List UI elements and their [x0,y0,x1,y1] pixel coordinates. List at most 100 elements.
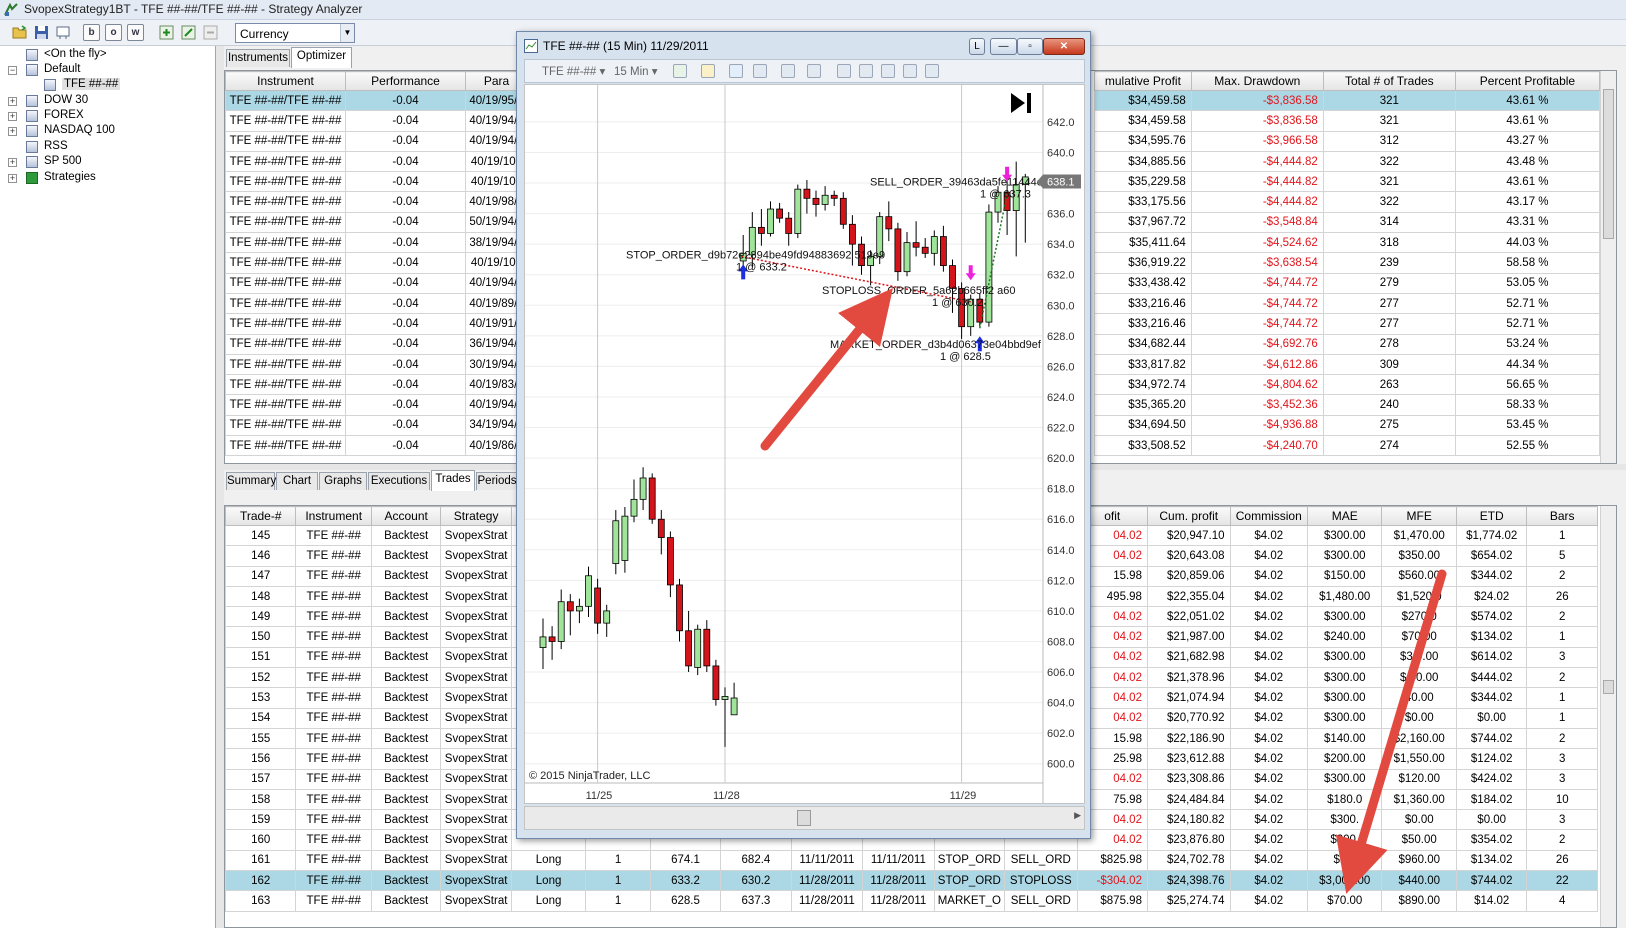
instrument-cell[interactable]: TFE ##-## [295,748,372,770]
instrument-cell[interactable]: TFE ##-## [295,829,372,851]
instrument-cell[interactable]: TFE ##-## [295,606,372,628]
column-header-cum-profit[interactable]: Cum. profit [1146,506,1231,526]
profit-cell[interactable]: $825.98 [1076,849,1148,872]
instrument-cell[interactable]: TFE ##-##/TFE ##-## [225,414,346,437]
bars-cell[interactable]: 22 [1526,870,1598,892]
expand-icon[interactable]: + [8,112,17,121]
trade-number-cell[interactable]: 147 [225,565,297,587]
tab-optimizer[interactable]: Optimizer [291,47,352,68]
cum-profit-cell[interactable]: $22,186.90 [1146,727,1231,750]
cumulative-profit-cell[interactable]: $35,365.20 [1094,394,1192,416]
percent-profitable-cell[interactable]: 53.24 % [1454,333,1601,355]
instrument-cell[interactable]: TFE ##-##/TFE ##-## [225,374,346,396]
account-cell[interactable]: Backtest [370,788,442,811]
market-pos-cell[interactable]: Long [510,849,587,872]
expand-icon[interactable]: + [8,127,17,136]
max-drawdown-cell[interactable]: -$3,966.58 [1190,130,1324,152]
instrument-cell[interactable]: TFE ##-##/TFE ##-## [225,435,346,457]
total-trades-cell[interactable]: 321 [1322,171,1456,193]
table-row[interactable]: $34,595.76 -$3,966.58 312 43.27 % [1094,130,1601,152]
account-cell[interactable]: Backtest [370,727,442,750]
total-trades-cell[interactable]: 312 [1322,130,1456,152]
column-header-instrument[interactable]: Instrument [225,71,346,91]
total-trades-cell[interactable]: 321 [1322,89,1456,112]
commission-cell[interactable]: $4.02 [1229,646,1308,669]
etd-cell[interactable]: $134.02 [1455,849,1528,872]
max-drawdown-cell[interactable]: -$4,240.70 [1190,435,1324,457]
total-trades-cell[interactable]: 279 [1322,272,1456,294]
entry-time-cell[interactable]: 11/11/2011 [790,849,864,872]
table-row[interactable]: 161 TFE ##-## Backtest SvopexStrat Long 1 674.… [225,849,1598,872]
mfe-cell[interactable]: $1,360.00 [1381,788,1457,811]
mae-cell[interactable]: $1,3 [1306,849,1383,872]
entry-price-cell[interactable]: 628.5 [649,890,722,912]
percent-profitable-cell[interactable]: 43.27 % [1454,130,1601,152]
cumulative-profit-cell[interactable]: $34,682.44 [1094,333,1192,355]
percent-profitable-cell[interactable]: 52.71 % [1454,292,1601,315]
profit-cell[interactable]: -$304.02 [1076,870,1148,892]
trade-number-cell[interactable]: 163 [225,890,297,912]
optimizer-scrollbar[interactable] [1600,71,1616,463]
cumulative-profit-cell[interactable]: $34,595.76 [1094,130,1192,152]
quantity-cell[interactable]: 1 [585,870,651,892]
etd-cell[interactable]: $1,774.02 [1455,524,1528,547]
instrument-cell[interactable]: TFE ##-##/TFE ##-## [225,333,346,355]
panel-icon[interactable] [925,64,939,78]
o-button-icon[interactable]: o [105,24,122,41]
mfe-cell[interactable]: $0.00 [1381,707,1457,729]
strategy-cell[interactable]: SvopexStrat [440,585,512,608]
strategy-cell[interactable]: SvopexStrat [440,890,512,912]
account-cell[interactable]: Backtest [370,870,442,892]
table-row[interactable]: TFE ##-##/TFE ##-## -0.04 36/19/94/3 [225,333,528,355]
instrument-cell[interactable]: TFE ##-##/TFE ##-## [225,130,346,152]
instrument-cell[interactable]: TFE ##-##/TFE ##-## [225,191,346,213]
percent-profitable-cell[interactable]: 44.03 % [1454,232,1601,254]
total-trades-cell[interactable]: 240 [1322,394,1456,416]
etd-cell[interactable]: $344.02 [1455,687,1528,709]
column-header-instrument[interactable]: Instrument [295,506,372,526]
bars-cell[interactable]: 3 [1526,768,1598,790]
trade-number-cell[interactable]: 153 [225,687,297,709]
profit-cell[interactable]: $875.98 [1076,890,1148,912]
instrument-cell[interactable]: TFE ##-## [295,890,372,912]
performance-cell[interactable]: -0.04 [345,313,466,335]
instrument-cell[interactable]: TFE ##-##/TFE ##-## [225,292,346,315]
commission-cell[interactable]: $4.02 [1229,545,1308,567]
commission-cell[interactable]: $4.02 [1229,829,1308,851]
max-drawdown-cell[interactable]: -$4,524.62 [1190,232,1324,254]
trade-number-cell[interactable]: 157 [225,768,297,790]
entry-time-cell[interactable]: 11/28/2011 [790,870,864,892]
cum-profit-cell[interactable]: $20,770.92 [1146,707,1231,729]
etd-cell[interactable]: $124.02 [1455,748,1528,770]
percent-profitable-cell[interactable]: 43.48 % [1454,150,1601,173]
account-cell[interactable]: Backtest [370,768,442,790]
mfe-cell[interactable]: $1,520.0 [1381,585,1457,608]
strategy-cell[interactable]: SvopexStrat [440,687,512,709]
mfe-cell[interactable]: $960.00 [1381,849,1457,872]
bars-cell[interactable]: 4 [1526,890,1598,912]
performance-cell[interactable]: -0.04 [345,150,466,173]
column-header-cumulative-profit[interactable]: mulative Profit [1094,71,1192,91]
max-drawdown-cell[interactable]: -$3,452.36 [1190,394,1324,416]
open-folder-icon[interactable] [11,24,28,41]
cum-profit-cell[interactable]: $21,987.00 [1146,626,1231,648]
instrument-cell[interactable]: TFE ##-##/TFE ##-## [225,211,346,234]
column-header-mfe[interactable]: MFE [1381,506,1457,526]
account-cell[interactable]: Backtest [370,606,442,628]
account-cell[interactable]: Backtest [370,707,442,729]
expand-icon[interactable]: + [8,97,17,106]
performance-cell[interactable]: -0.04 [345,414,466,437]
table-row[interactable]: TFE ##-##/TFE ##-## -0.04 40/19/95/3 [225,89,528,112]
account-cell[interactable]: Backtest [370,849,442,872]
mfe-cell[interactable]: $350.00 [1381,545,1457,567]
percent-profitable-cell[interactable]: 58.33 % [1454,394,1601,416]
instrument-cell[interactable]: TFE ##-## [295,870,372,892]
column-header-total-trades[interactable]: Total # of Trades [1322,71,1456,91]
link-button[interactable]: L [969,38,985,55]
bars-cell[interactable]: 3 [1526,748,1598,770]
data-box-icon[interactable] [903,64,917,78]
bars-cell[interactable]: 1 [1526,707,1598,729]
instrument-cell[interactable]: TFE ##-##/TFE ##-## [225,232,346,254]
performance-cell[interactable]: -0.04 [345,252,466,274]
table-row[interactable]: $33,438.42 -$4,744.72 279 53.05 % [1094,272,1601,294]
